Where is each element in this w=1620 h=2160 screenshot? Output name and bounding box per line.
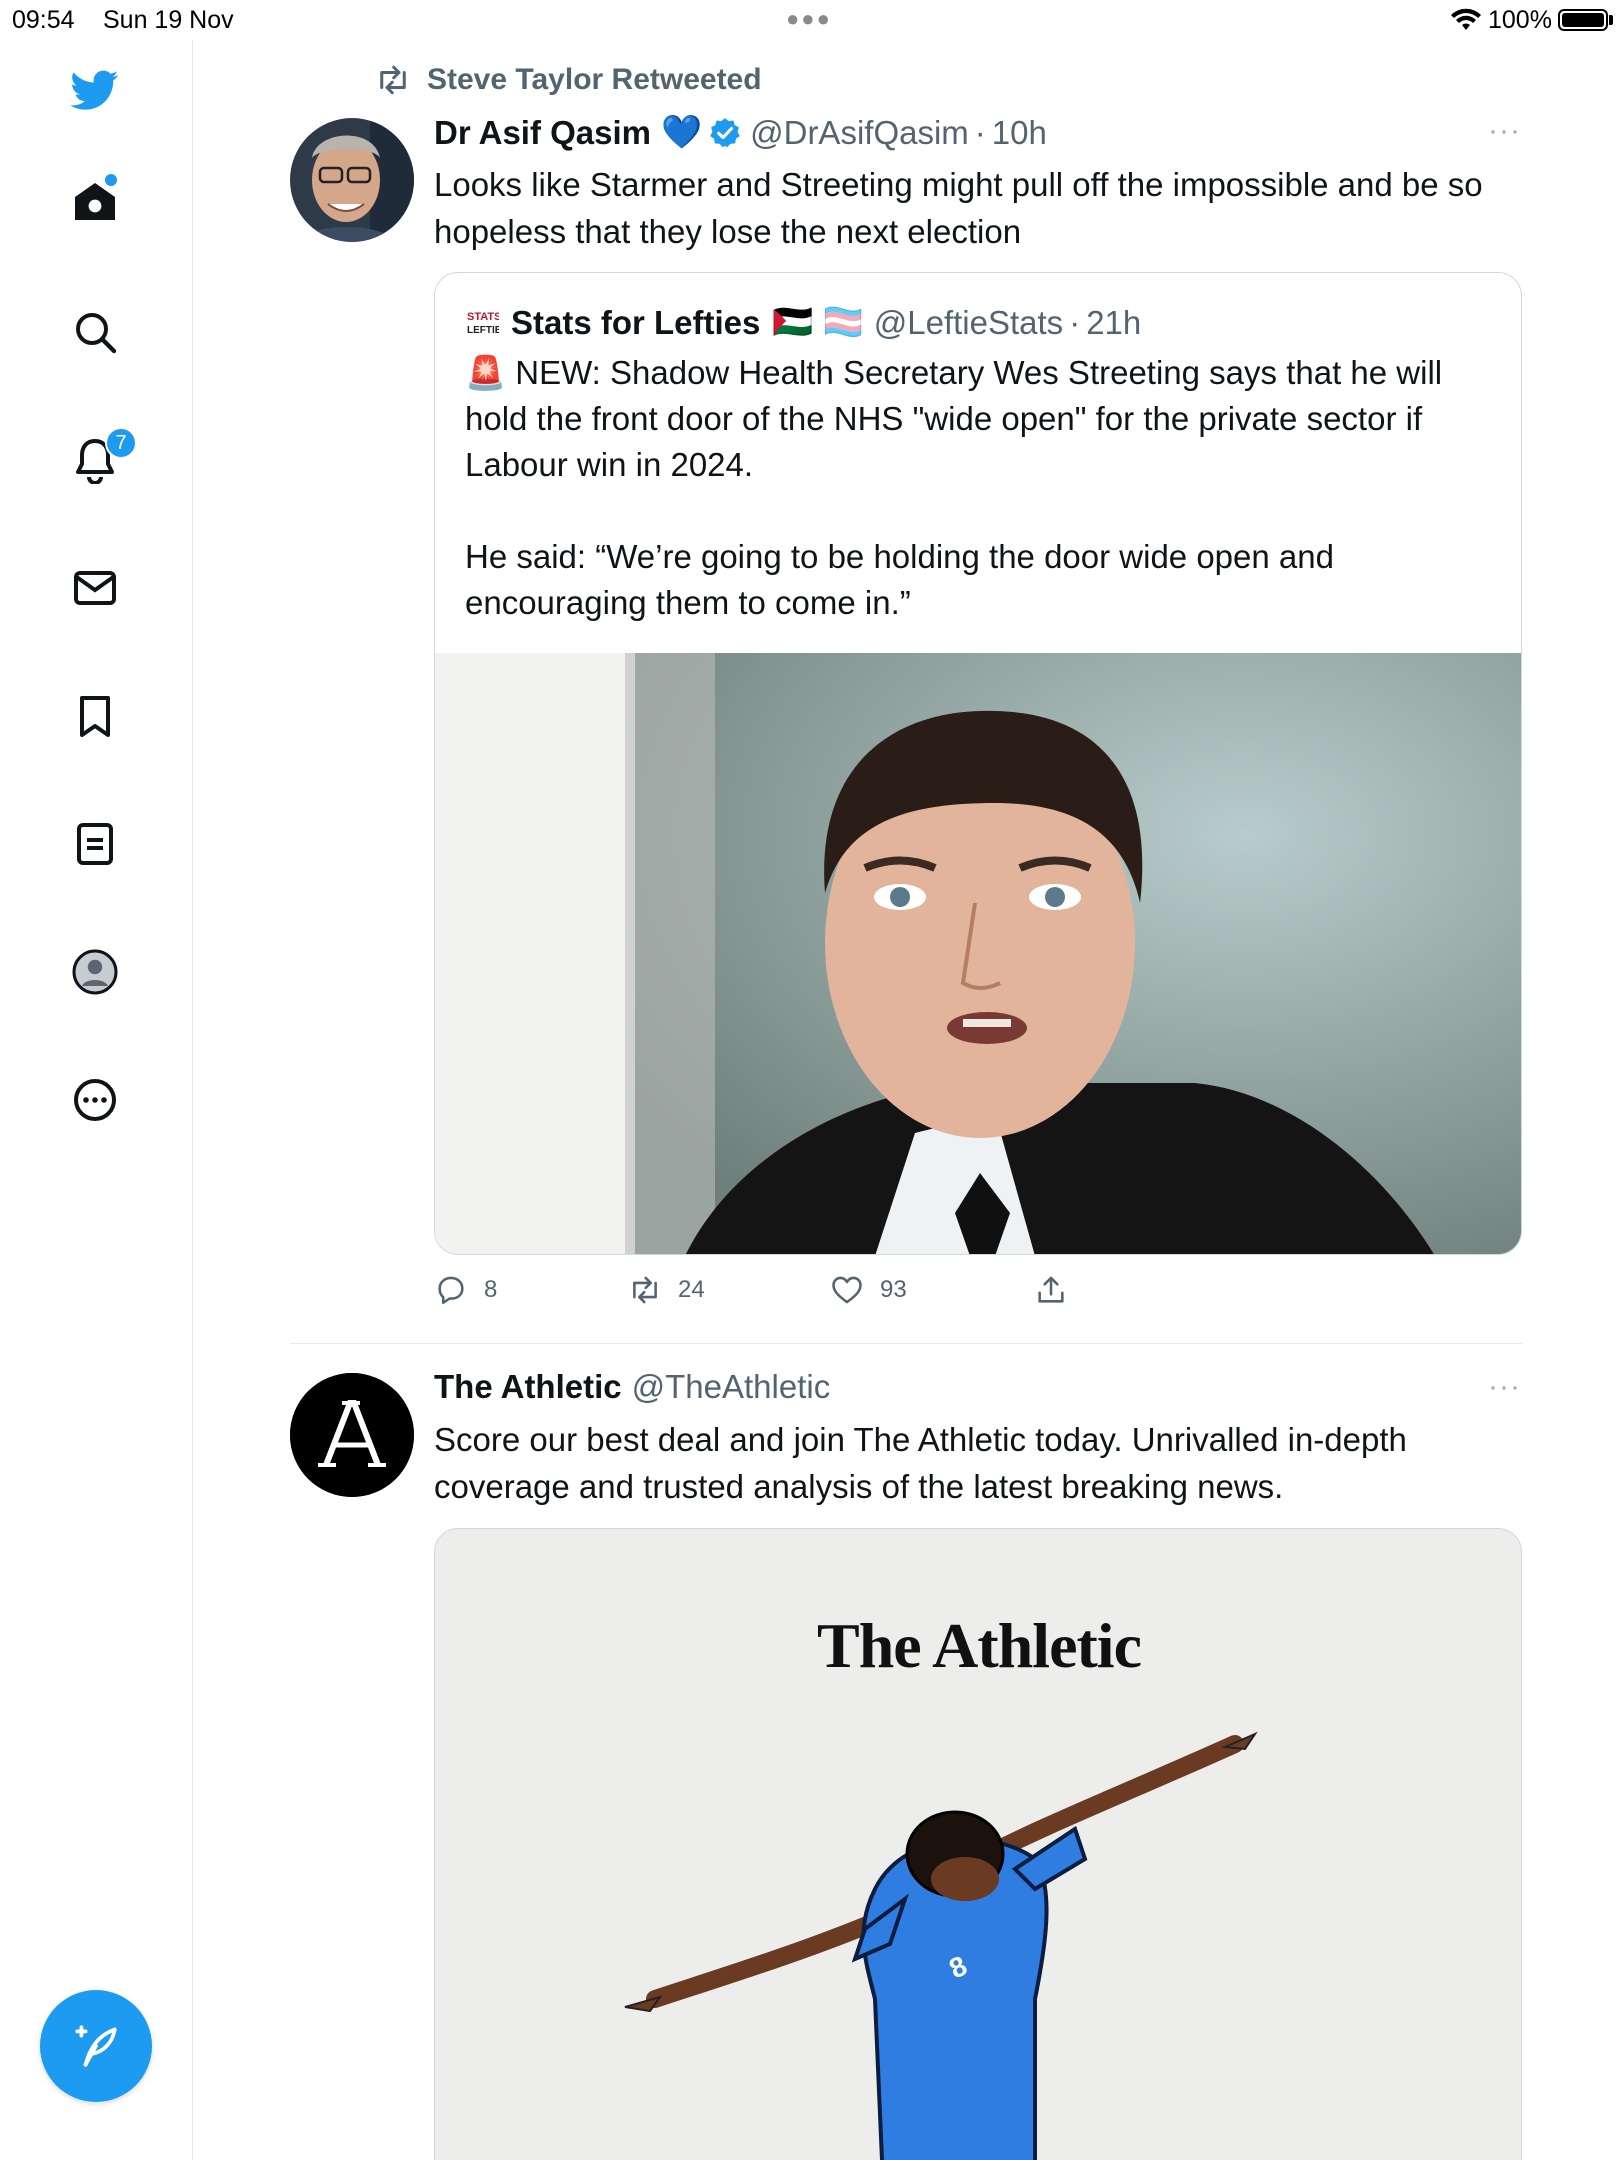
- reply-count: 8: [484, 1276, 498, 1303]
- retweet-context: Steve Taylor Retweeted: [375, 62, 762, 98]
- compose-feather-icon: [75, 2025, 117, 2067]
- quoted-author-name[interactable]: Stats for Lefties: [511, 304, 760, 342]
- sidebar: 7: [0, 40, 193, 2160]
- tweet-more-icon[interactable]: ···: [1488, 114, 1521, 148]
- retweet-icon: [380, 65, 406, 95]
- sidebar-item-messages[interactable]: [65, 558, 125, 618]
- separator-dot: ·: [974, 113, 986, 151]
- wifi-icon: [1451, 8, 1481, 30]
- tweet-time[interactable]: 10h: [992, 114, 1047, 152]
- bookmark-icon: [80, 696, 110, 737]
- portrait-photo: [435, 653, 1521, 1254]
- retweet-button[interactable]: 24: [628, 1273, 705, 1307]
- avatar-photo: [290, 118, 414, 242]
- tweet-divider: [290, 1343, 1522, 1344]
- notifications-badge: 7: [105, 427, 137, 459]
- sidebar-item-profile[interactable]: [65, 942, 125, 1002]
- status-date: Sun 19 Nov: [103, 6, 234, 34]
- ad-card-image[interactable]: The Athletic 8: [434, 1528, 1522, 2160]
- multitasking-dots-icon[interactable]: ●●●: [786, 6, 832, 32]
- like-button[interactable]: 93: [830, 1273, 907, 1307]
- sidebar-item-lists[interactable]: [65, 814, 125, 874]
- sidebar-item-notifications[interactable]: 7: [65, 427, 137, 490]
- tweet-text: Score our best deal and join The Athleti…: [434, 1421, 1407, 1505]
- list-icon: [77, 823, 113, 865]
- home-new-dot: [105, 174, 117, 186]
- sidebar-item-more[interactable]: [65, 1070, 125, 1130]
- svg-text:LEFTIES: LEFTIES: [467, 325, 499, 336]
- status-time: 09:54: [12, 6, 75, 34]
- tweet-actions: 8 24 93: [434, 1273, 1134, 1317]
- tweet-text: Looks like Starmer and Streeting might p…: [434, 166, 1483, 250]
- footballer-illustration: 8: [624, 1731, 1258, 2160]
- verified-badge-icon: [710, 117, 740, 147]
- author-handle[interactable]: @DrAsifQasim: [750, 114, 969, 152]
- author-name[interactable]: Dr Asif Qasim: [434, 114, 651, 152]
- retweeted-by-label[interactable]: Steve Taylor Retweeted: [427, 63, 762, 97]
- siren-emoji: 🚨: [465, 354, 507, 391]
- battery-percent: 100%: [1488, 6, 1552, 34]
- quoted-tweet-header: STATS LEFTIES Stats for Lefties 🇵🇸 🏳️‍⚧️…: [465, 303, 1141, 342]
- sidebar-item-bookmarks[interactable]: [65, 686, 125, 746]
- quoted-tweet-photo[interactable]: [435, 653, 1521, 1254]
- avatar[interactable]: [290, 118, 414, 242]
- tweet-more-icon[interactable]: ···: [1488, 1370, 1521, 1404]
- sidebar-item-home[interactable]: [65, 172, 125, 232]
- flag-emojis: 🇵🇸 🏳️‍⚧️: [772, 303, 864, 340]
- tweet-header: The Athletic @TheAthletic: [434, 1368, 830, 1406]
- battery-icon: [1558, 9, 1608, 31]
- profile-icon: [72, 949, 118, 995]
- share-icon: [1038, 1276, 1064, 1303]
- separator-dot: ·: [1069, 303, 1081, 341]
- twitter-logo-icon[interactable]: [65, 60, 125, 120]
- more-circle-icon: [74, 1079, 116, 1121]
- quoted-tweet-text: 🚨 NEW: Shadow Health Secretary Wes Stree…: [465, 350, 1495, 626]
- the-athletic-logo-icon: [290, 1373, 414, 1497]
- quoted-paragraph-2: He said: “We’re going to be holding the …: [465, 538, 1334, 621]
- author-handle[interactable]: @TheAthletic: [632, 1368, 831, 1406]
- reply-button[interactable]: 8: [434, 1273, 497, 1307]
- reply-icon: [438, 1276, 464, 1305]
- blue-heart-emoji: 💙: [661, 113, 703, 150]
- tweet-header: Dr Asif Qasim 💙 @DrAsifQasim · 10h: [434, 113, 1047, 152]
- heart-icon: [832, 1276, 862, 1304]
- quoted-paragraph-1: NEW: Shadow Health Secretary Wes Streeti…: [465, 354, 1443, 483]
- retweet-count: 24: [678, 1276, 705, 1303]
- like-count: 93: [880, 1276, 907, 1303]
- quoted-tweet-time[interactable]: 21h: [1086, 304, 1141, 342]
- stats-for-lefties-logo-icon: STATS LEFTIES: [466, 307, 499, 338]
- search-icon: [76, 313, 117, 354]
- avatar[interactable]: [290, 1373, 414, 1497]
- compose-tweet-button[interactable]: [40, 1990, 152, 2102]
- status-bar: 09:54 Sun 19 Nov ●●● 100%: [0, 0, 1620, 40]
- retweet-icon: [633, 1276, 657, 1304]
- mail-icon: [74, 571, 116, 605]
- quoted-author-handle[interactable]: @LeftieStats: [874, 304, 1063, 342]
- sidebar-item-explore[interactable]: [65, 302, 125, 362]
- share-button[interactable]: [1034, 1273, 1068, 1307]
- svg-text:STATS: STATS: [467, 311, 499, 323]
- author-name[interactable]: The Athletic: [434, 1368, 622, 1406]
- quoted-tweet[interactable]: STATS LEFTIES Stats for Lefties 🇵🇸 🏳️‍⚧️…: [434, 272, 1522, 1255]
